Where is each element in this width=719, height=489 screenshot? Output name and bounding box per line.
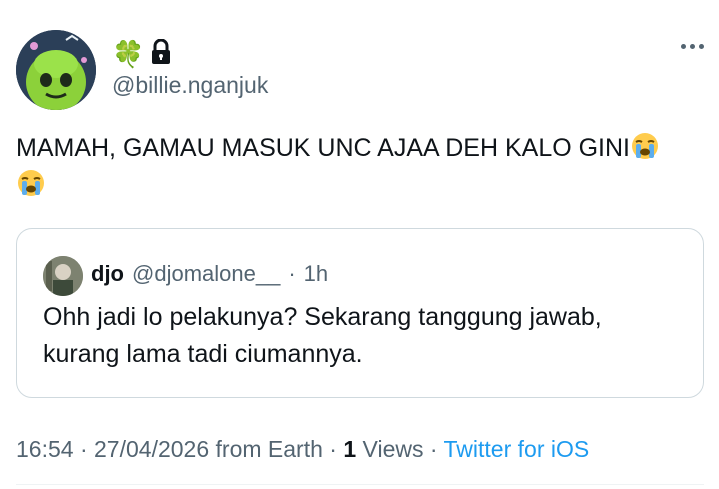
author-name-row[interactable]: 🍀: [112, 38, 172, 70]
tweet-source-link[interactable]: Twitter for iOS: [444, 436, 590, 462]
quoted-tweet-text: Ohh jadi lo pelakunya? Sekarang tanggung…: [43, 303, 602, 368]
quoted-tweet-header: djo @djomalone__ · 1h: [91, 261, 328, 287]
separator-dot: ·: [79, 436, 88, 462]
loudly-crying-face-icon: [630, 131, 660, 161]
tweet-text-content: MAMAH, GAMAU MASUK UNC AJAA DEH KALO GIN…: [16, 134, 631, 162]
quoted-author-avatar[interactable]: [43, 256, 83, 296]
tweet-text: MAMAH, GAMAU MASUK UNC AJAA DEH KALO GIN…: [16, 130, 706, 204]
views-label: Views: [362, 436, 424, 462]
divider: [16, 484, 704, 485]
author-handle[interactable]: @billie.nganjuk: [112, 72, 268, 99]
loudly-crying-face-icon: [16, 168, 46, 198]
quoted-author-name[interactable]: djo: [91, 261, 124, 287]
quoted-tweet[interactable]: djo @djomalone__ · 1h Ohh jadi lo pelaku…: [16, 228, 704, 398]
tweet-header: 🍀 @billie.nganjuk: [16, 30, 706, 110]
views-count: 1: [343, 436, 357, 462]
separator-dot: ·: [288, 261, 296, 286]
author-avatar[interactable]: [16, 30, 96, 110]
four-leaf-clover-icon: 🍀: [112, 39, 145, 69]
quoted-author-handle[interactable]: @djomalone__: [132, 261, 280, 287]
quoted-tweet-time[interactable]: 1h: [304, 261, 328, 287]
separator-dot: ·: [429, 436, 438, 462]
tweet-metadata: 16:54 · 27/04/2026 from Earth · 1 Views …: [16, 436, 589, 463]
more-options-icon[interactable]: [681, 44, 704, 49]
tweet-date-location[interactable]: 27/04/2026 from Earth: [94, 436, 323, 462]
separator-dot: ·: [329, 436, 337, 462]
lock-icon: [150, 38, 172, 70]
tweet-time[interactable]: 16:54: [16, 436, 74, 462]
